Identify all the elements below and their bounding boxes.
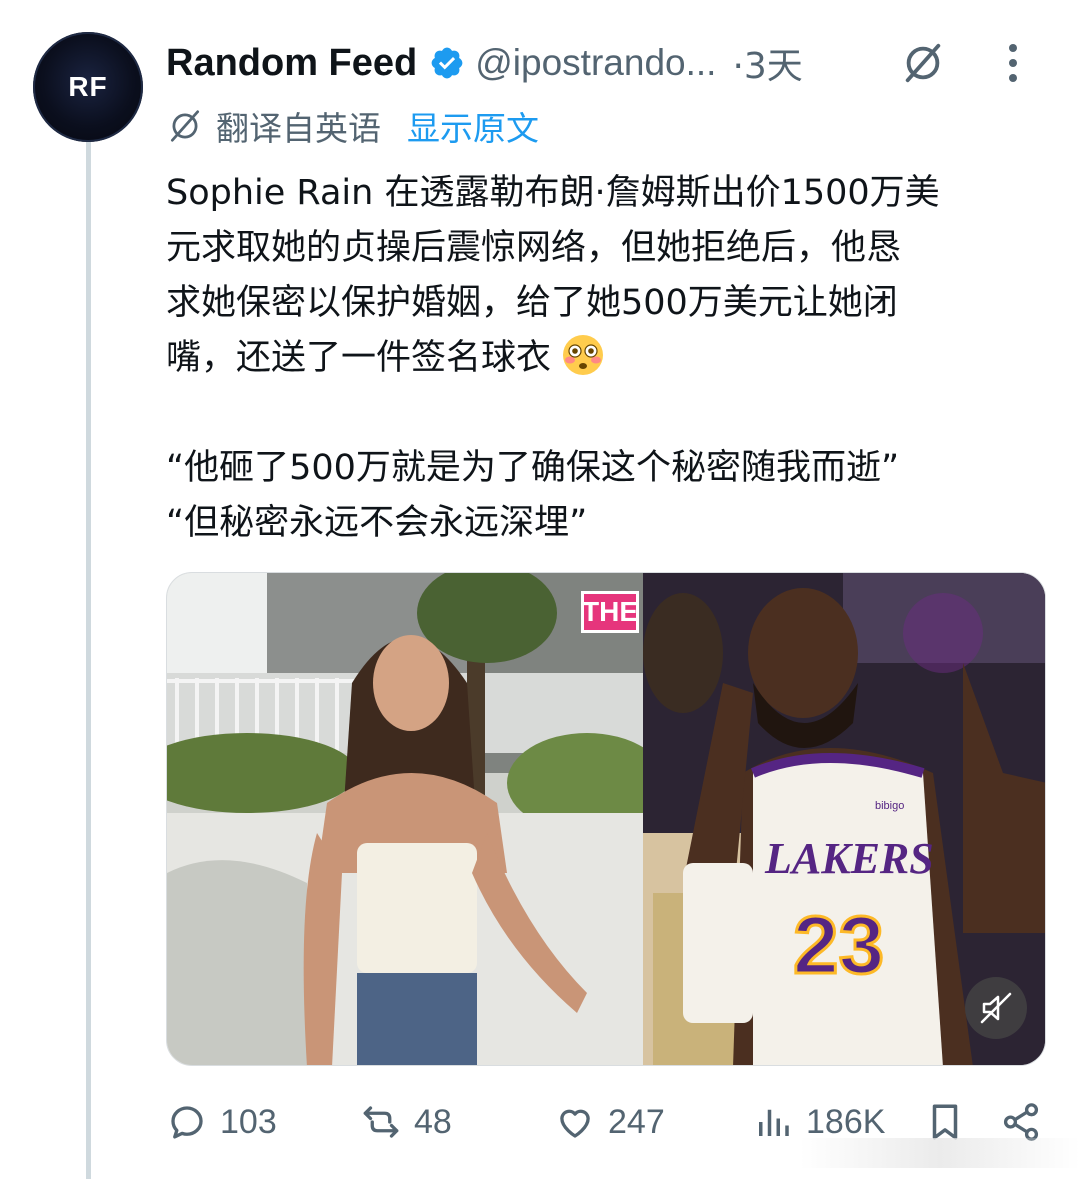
- woman-photo: [167, 573, 643, 1065]
- tweet-line: 嘴，还送了一件签名球衣: [166, 331, 1046, 386]
- reply-count: 103: [220, 1102, 277, 1141]
- thread-line: [86, 140, 91, 1179]
- tweet-line: 求她保密以保护婚姻，给了她500万美元让她闭: [166, 283, 898, 323]
- view-count: 186K: [806, 1102, 886, 1141]
- author-name[interactable]: Random Feed: [166, 42, 417, 85]
- media-left-panel: THE: [167, 573, 643, 1065]
- repost-button[interactable]: 48: [360, 1094, 452, 1150]
- more-options-icon[interactable]: [1006, 41, 1020, 85]
- translated-from-label: 翻译自英语: [216, 109, 381, 148]
- jersey-sponsor: bibigo: [875, 800, 904, 812]
- avatar-initials: RF: [68, 71, 108, 102]
- tweet-line-text: 嘴，还送了一件签名球衣: [166, 338, 552, 378]
- reply-icon: [171, 1106, 203, 1139]
- tweet-line: 元求取她的贞操后震惊网络，但她拒绝后，他恳: [166, 228, 902, 268]
- media-video[interactable]: THE LAKERS 23 bibigo: [166, 572, 1046, 1066]
- translate-icon: [170, 110, 200, 142]
- reply-button[interactable]: 103: [166, 1094, 277, 1150]
- like-count: 247: [608, 1102, 665, 1141]
- speaker-muted-icon: [980, 992, 1012, 1024]
- bookmark-icon: [932, 1104, 958, 1140]
- show-original-link[interactable]: 显示原文: [407, 102, 539, 150]
- share-icon: [1003, 1103, 1039, 1141]
- grok-icon[interactable]: [900, 40, 946, 86]
- tweet-page: RF Random Feed @ipostrando... ·3天 翻译自英语 …: [0, 0, 1080, 1179]
- author-handle[interactable]: @ipostrando...: [475, 42, 716, 84]
- tweet-header: Random Feed @ipostrando... ·3天: [166, 36, 1060, 90]
- mute-button[interactable]: [965, 977, 1027, 1039]
- verified-badge-icon: [431, 47, 463, 79]
- repost-icon: [363, 1106, 399, 1138]
- watermark-shade: [800, 1138, 1080, 1168]
- avatar[interactable]: RF: [33, 32, 143, 142]
- like-button[interactable]: 247: [554, 1094, 665, 1150]
- jersey-number: 23: [793, 900, 884, 991]
- tweet-quote: “他砸了500万就是为了确保这个秘密随我而逝”: [166, 448, 900, 488]
- flushed-face-emoji-icon: [563, 335, 604, 375]
- views-chart-icon: [759, 1109, 789, 1136]
- tweet-text: Sophie Rain 在透露勒布朗·詹姆斯出价1500万美 元求取她的贞操后震…: [166, 166, 1046, 551]
- heart-icon: [560, 1109, 590, 1138]
- channel-badge: THE: [581, 591, 639, 633]
- post-time[interactable]: ·3天: [732, 37, 802, 89]
- tweet-quote: “但秘密永远不会永远深埋”: [166, 503, 588, 543]
- media-right-panel: LAKERS 23 bibigo: [643, 573, 1045, 1065]
- jersey-text: LAKERS: [764, 834, 934, 883]
- tweet-line: Sophie Rain 在透露勒布朗·詹姆斯出价1500万美: [166, 173, 940, 213]
- repost-count: 48: [414, 1102, 452, 1141]
- translation-row: 翻译自英语 显示原文: [166, 104, 539, 148]
